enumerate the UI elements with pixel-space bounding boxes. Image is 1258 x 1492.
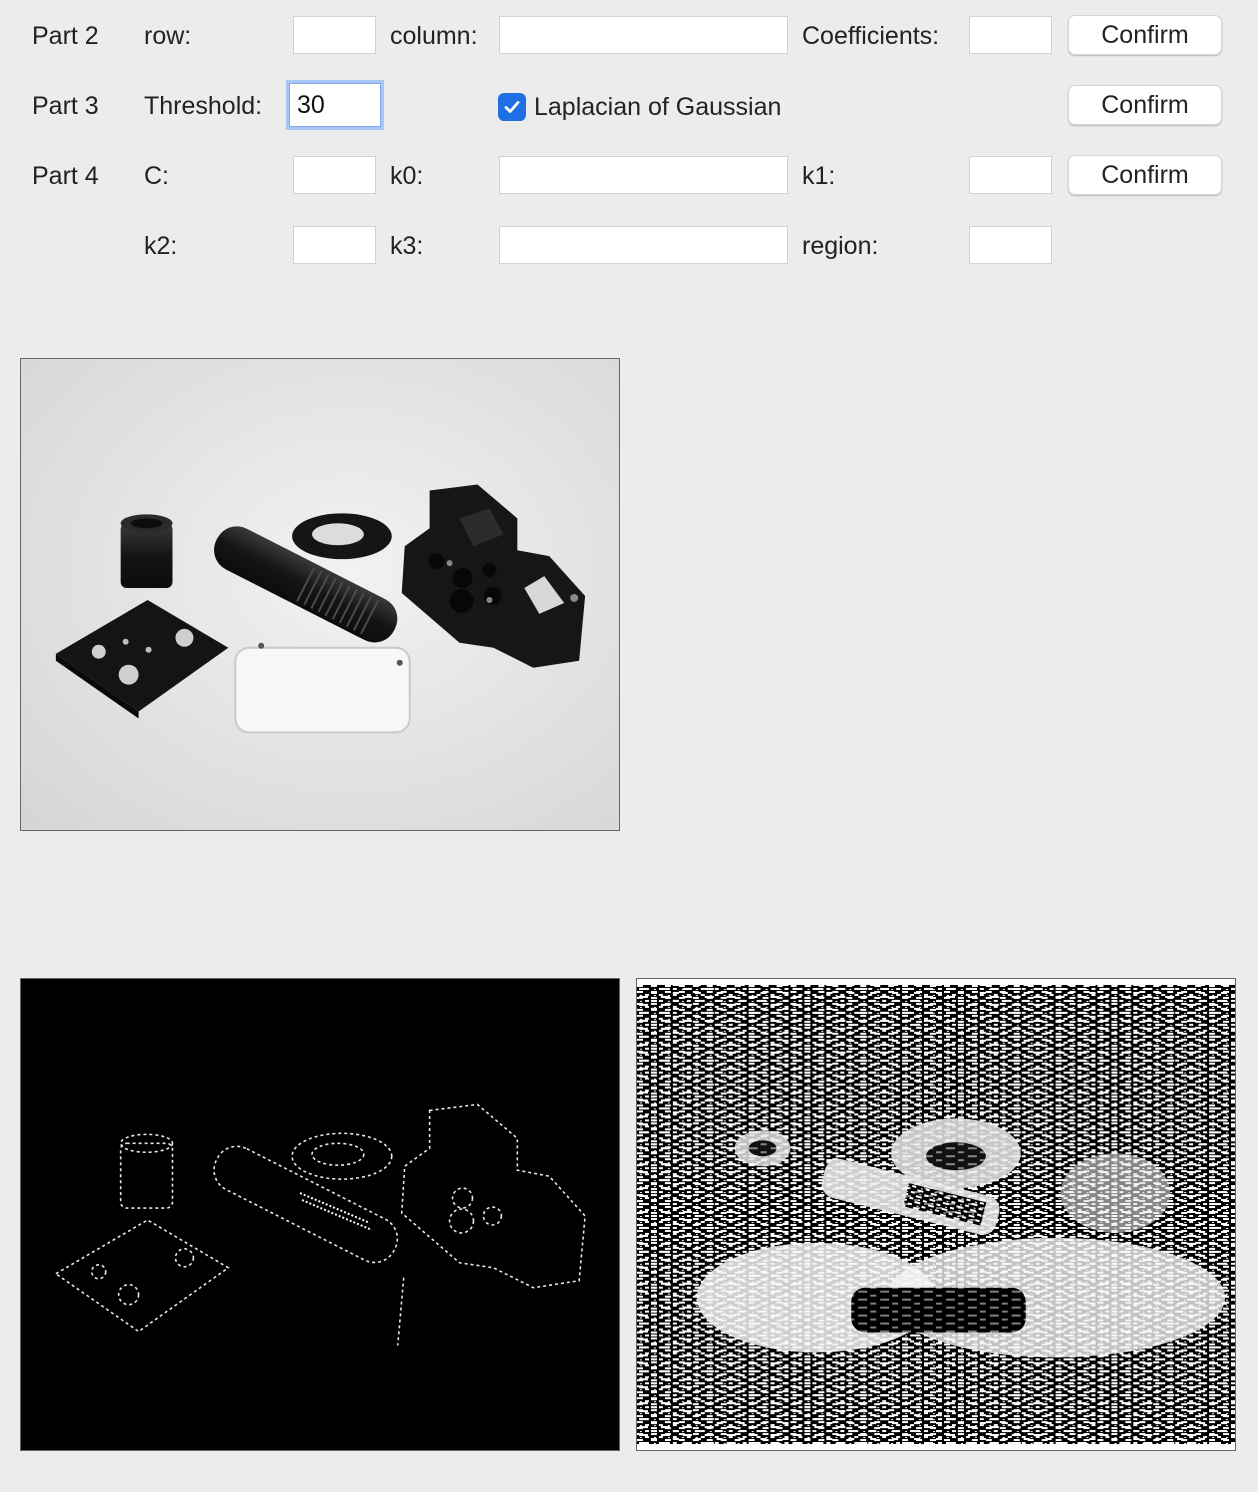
coefficients-input[interactable] <box>969 16 1052 54</box>
part3-confirm-button[interactable]: Confirm <box>1068 85 1222 125</box>
k2-input[interactable] <box>293 226 376 264</box>
coefficients-label: Coefficients: <box>802 22 940 50</box>
threshold-input[interactable] <box>289 83 381 127</box>
k1-label: k1: <box>802 162 836 190</box>
row-label: row: <box>144 22 192 50</box>
log-checkbox-label[interactable]: Laplacian of Gaussian <box>534 92 781 122</box>
k0-label: k0: <box>390 162 424 190</box>
region-input[interactable] <box>969 226 1052 264</box>
part2-confirm-button[interactable]: Confirm <box>1068 15 1222 55</box>
k3-input[interactable] <box>499 226 788 264</box>
log-checkbox[interactable] <box>498 93 526 121</box>
original-image <box>20 358 620 831</box>
part3-label: Part 3 <box>32 92 99 120</box>
edges-log-image <box>636 978 1236 1451</box>
k3-label: k3: <box>390 232 424 260</box>
part4-confirm-button[interactable]: Confirm <box>1068 155 1222 195</box>
k1-input[interactable] <box>969 156 1052 194</box>
part2-label: Part 2 <box>32 22 99 50</box>
column-input[interactable] <box>499 16 788 54</box>
part4-label: Part 4 <box>32 162 99 190</box>
k0-input[interactable] <box>499 156 788 194</box>
region-label: region: <box>802 232 879 260</box>
edges-threshold-image <box>20 978 620 1451</box>
column-label: column: <box>390 22 478 50</box>
row-input[interactable] <box>293 16 376 54</box>
c-label: C: <box>144 162 169 190</box>
threshold-label: Threshold: <box>144 92 263 120</box>
checkmark-icon <box>504 101 520 113</box>
c-input[interactable] <box>293 156 376 194</box>
k2-label: k2: <box>144 232 178 260</box>
